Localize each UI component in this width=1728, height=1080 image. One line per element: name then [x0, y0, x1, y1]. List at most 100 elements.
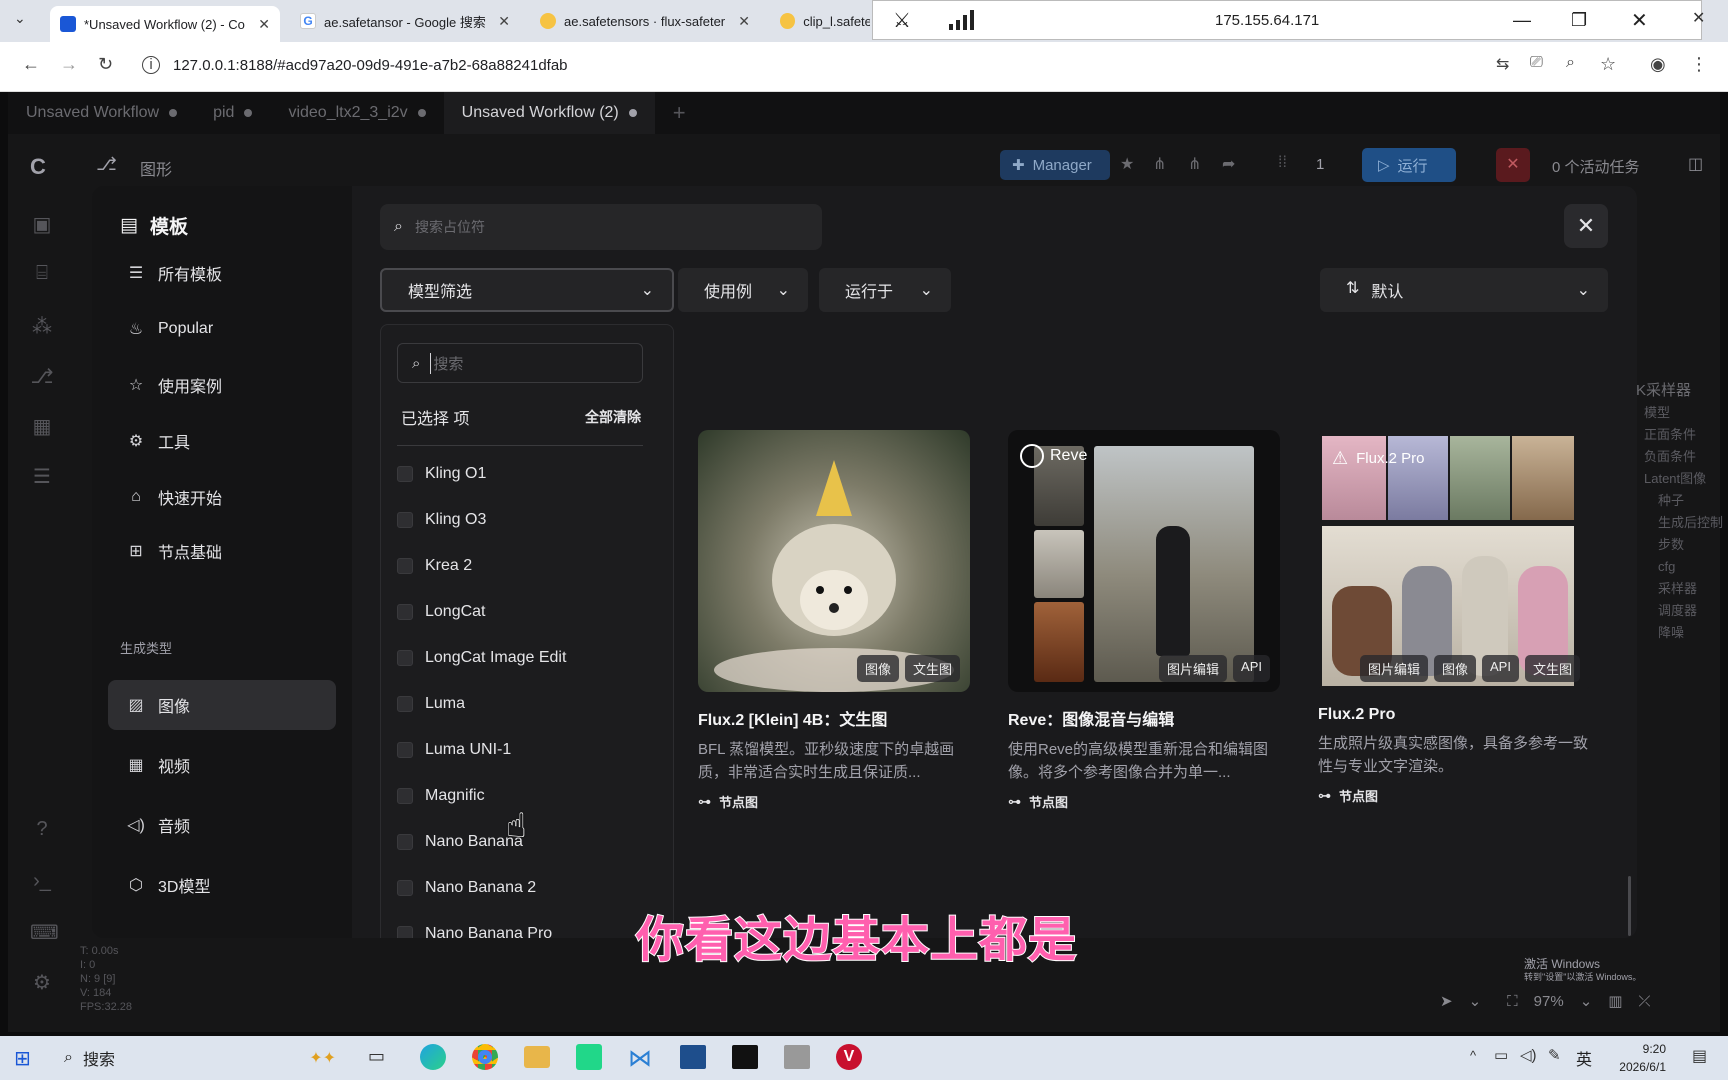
sidebar-item-node-basics[interactable]: ⊞ 节点基础 — [108, 526, 336, 576]
checkbox[interactable] — [397, 466, 413, 482]
sidebar-item-tools[interactable]: ⚙ 工具 — [108, 416, 336, 466]
model-filter-select[interactable]: 模型筛选 ⌄ — [380, 268, 674, 312]
template-card[interactable]: Reve 图片编辑 API Reve：图像混音与编辑 使用Reve的高级模型重新… — [1008, 430, 1280, 811]
window-close-icon[interactable]: ✕ — [1692, 8, 1705, 28]
zoom-level[interactable]: 97% — [1534, 993, 1564, 1010]
file-explorer-icon[interactable] — [524, 1046, 550, 1068]
checkbox[interactable] — [397, 604, 413, 620]
template-search-input[interactable]: ⌕ 搜索占位符 — [380, 204, 822, 250]
keyboard-icon[interactable]: ⌨ — [30, 920, 59, 944]
checkbox[interactable] — [397, 834, 413, 850]
help-icon[interactable]: ? — [30, 818, 54, 842]
edge-icon[interactable] — [420, 1044, 446, 1070]
cancel-run-button[interactable]: ✕ — [1496, 148, 1530, 182]
checkbox[interactable] — [397, 742, 413, 758]
model-option[interactable]: Nano Banana Pro — [397, 919, 552, 938]
sidebar-item-quickstart[interactable]: ⌂ 快速开始 — [108, 472, 336, 522]
model-option[interactable]: Luma — [397, 689, 465, 719]
ime-indicator[interactable]: 英 — [1576, 1046, 1592, 1070]
graph-mode-label[interactable]: 图形 — [140, 156, 172, 180]
usecase-filter-select[interactable]: 使用例 ⌄ — [678, 268, 808, 312]
vscode-icon[interactable]: ⋈ — [628, 1044, 654, 1072]
model-option[interactable]: LongCat — [397, 597, 486, 627]
sidebar-item-all[interactable]: ☰ 所有模板 — [108, 248, 336, 298]
templates-icon[interactable]: ▦ — [30, 414, 54, 438]
browser-tab[interactable]: G ae.safetansor - Google 搜索 ✕ — [290, 6, 520, 36]
bookmark-star-icon[interactable]: ☆ — [1600, 54, 1616, 75]
profile-icon[interactable]: ◉ — [1650, 54, 1666, 75]
forward-icon[interactable]: → — [60, 54, 78, 75]
console-icon[interactable]: ›_ — [30, 870, 54, 894]
checkbox[interactable] — [397, 788, 413, 804]
chrome-icon[interactable] — [472, 1044, 498, 1070]
tray-chevron-icon[interactable]: ^ — [1470, 1048, 1476, 1063]
minimize-icon[interactable]: — — [1513, 10, 1531, 31]
sort-select[interactable]: ⇅ 默认 ⌄ — [1320, 268, 1608, 312]
drag-handle-icon[interactable]: ⁞⁞ — [1278, 154, 1287, 172]
workflow-tab[interactable]: video_ltx2_3_i2v — [270, 92, 443, 134]
close-modal-button[interactable]: ✕ — [1564, 204, 1608, 248]
browser-tab-active[interactable]: *Unsaved Workflow (2) - Co ✕ — [50, 6, 280, 42]
task-view-icon[interactable]: ▭ — [368, 1046, 385, 1067]
back-icon[interactable]: ← — [22, 54, 40, 75]
checkbox[interactable] — [397, 880, 413, 896]
model-option[interactable]: Kling O1 — [397, 459, 486, 489]
active-tasks[interactable]: 0 个活动任务 — [1552, 156, 1640, 177]
workflow-tab[interactable]: Unsaved Workflow — [8, 92, 195, 134]
settings-gear-icon[interactable]: ⚙ — [30, 970, 54, 994]
toggle-panel-icon[interactable]: ◫ — [1688, 154, 1703, 174]
node-library-icon[interactable]: ⌸ — [30, 262, 54, 286]
pen-icon[interactable]: ✎ — [1548, 1046, 1561, 1064]
star-icon[interactable]: ★ — [1120, 154, 1134, 174]
browser-menu-icon[interactable]: ⋮ — [1690, 54, 1708, 75]
chevron-down-icon[interactable]: ⌄ — [1580, 992, 1593, 1010]
model-option[interactable]: Nano Banana — [397, 827, 523, 857]
reload-icon[interactable]: ↻ — [98, 54, 113, 75]
model-search-input[interactable]: ⌕ 搜索 — [397, 343, 643, 383]
close-icon[interactable]: ✕ — [1631, 8, 1648, 33]
comfy-logo-icon[interactable]: C — [30, 154, 46, 180]
graph-mode-icon[interactable]: ⎇ — [96, 154, 117, 175]
checkbox[interactable] — [397, 512, 413, 528]
vivaldi-icon[interactable]: V — [836, 1044, 862, 1070]
model-option[interactable]: Krea 2 — [397, 551, 472, 581]
powershell-icon[interactable] — [680, 1045, 706, 1069]
workflow-tab-active[interactable]: Unsaved Workflow (2) — [443, 92, 655, 134]
model-option[interactable]: Kling O3 — [397, 505, 486, 535]
checkbox[interactable] — [397, 650, 413, 666]
taskbar-search[interactable]: ⌕ 搜索 ✦✦ — [50, 1040, 350, 1076]
clear-all-button[interactable]: 全部清除 — [585, 407, 641, 427]
close-tab-icon[interactable]: ✕ — [498, 13, 510, 30]
clock[interactable]: 9:20 2026/6/1 — [1606, 1040, 1666, 1076]
pycharm-icon[interactable] — [576, 1044, 602, 1070]
sidebar-item-usecases[interactable]: ☆ 使用案例 — [108, 360, 336, 410]
hide-links-icon[interactable]: ⤫ — [1638, 993, 1650, 1010]
model-option[interactable]: LongCat Image Edit — [397, 643, 566, 673]
close-tab-icon[interactable]: ✕ — [258, 16, 270, 33]
workflows-icon[interactable]: ⎇ — [30, 364, 54, 388]
terminal-icon[interactable] — [732, 1045, 758, 1069]
new-tab-plus-icon[interactable]: + — [655, 92, 704, 134]
notification-icon[interactable]: ▤ — [1692, 1046, 1707, 1066]
fit-view-icon[interactable]: ⛶ — [1507, 993, 1518, 1010]
scrollbar-thumb[interactable] — [1628, 876, 1631, 936]
template-card[interactable]: ⚠ Flux.2 Pro 图片编辑 图像 API 文生图 Flux.2 Pro … — [1318, 430, 1590, 805]
site-info-icon[interactable]: i — [142, 56, 160, 74]
sidebar-item-popular[interactable]: ♨ Popular — [108, 304, 336, 354]
model-option[interactable]: Luma UNI-1 — [397, 735, 511, 765]
close-tab-icon[interactable]: ✕ — [738, 13, 750, 30]
tab-list-icon[interactable]: ⌄ — [14, 10, 26, 27]
unpin-icon[interactable]: ⚔ — [893, 8, 911, 33]
workflow-tab[interactable]: pid — [195, 92, 270, 134]
sidebar-item-image[interactable]: ▨ 图像 — [108, 680, 336, 730]
template-card[interactable]: 图像 文生图 Flux.2 [Klein] 4B：文生图 BFL 蒸馏模型。亚秒… — [698, 430, 970, 811]
queue-count[interactable]: 1 — [1316, 156, 1324, 173]
share-icon[interactable]: ➦ — [1222, 154, 1235, 174]
sidebar-item-video[interactable]: ▦ 视频 — [108, 740, 336, 790]
checkbox[interactable] — [397, 696, 413, 712]
chevron-down-icon[interactable]: ⌄ — [1469, 992, 1482, 1010]
network-icon[interactable]: ▭ — [1494, 1046, 1508, 1064]
manager-button[interactable]: ✚ Manager — [1000, 150, 1110, 180]
checkbox[interactable] — [397, 926, 413, 938]
sidebar-item-3d[interactable]: ⬡ 3D模型 — [108, 860, 336, 910]
